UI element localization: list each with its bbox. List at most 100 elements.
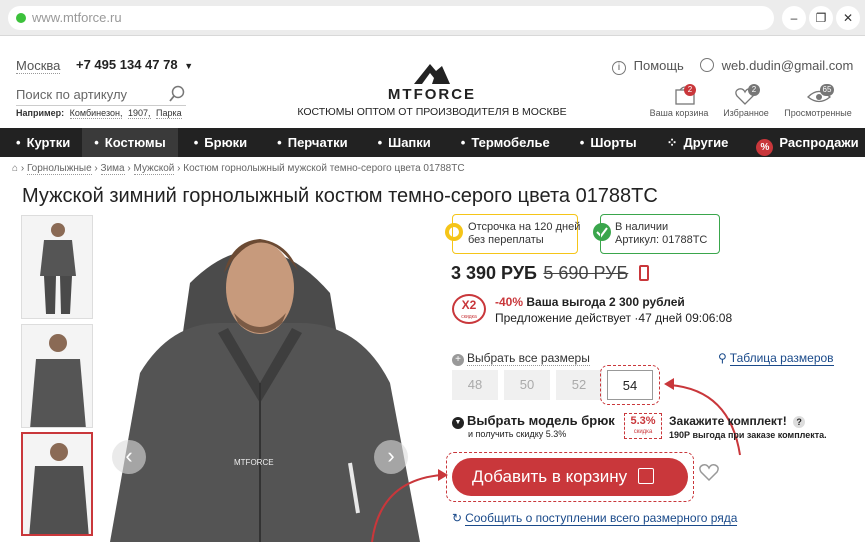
favorites-widget[interactable]: 2 Избранное bbox=[718, 84, 774, 124]
search-field[interactable]: Поиск по артикулу bbox=[16, 85, 186, 106]
example-link[interactable]: Комбинезон, bbox=[69, 108, 123, 119]
cart-label: Ваша корзина bbox=[649, 108, 709, 118]
examples-label: Например: bbox=[16, 108, 65, 118]
stock-line1: В наличии bbox=[615, 221, 669, 233]
product-thumbnail[interactable] bbox=[21, 324, 93, 428]
set-discount-value: 5.3% bbox=[630, 415, 656, 427]
breadcrumb: ⌂ › Горнолыжные › Зима › Мужской › Костю… bbox=[12, 163, 465, 175]
add-to-cart-button[interactable]: Добавить в корзину bbox=[452, 458, 688, 496]
nav-item-suits[interactable]: • Костюмы bbox=[82, 128, 178, 157]
city-selector[interactable]: Москва bbox=[16, 58, 61, 74]
cart-count: 2 bbox=[684, 84, 696, 96]
search-input[interactable]: Поиск по артикулу bbox=[16, 87, 127, 102]
tagline: КОСТЮМЫ ОПТОМ ОТ ПРОИЗВОДИТЕЛЯ В МОСКВЕ bbox=[297, 106, 567, 118]
help-icon[interactable]: ? bbox=[793, 416, 806, 428]
heart-icon bbox=[699, 464, 719, 482]
secure-dot-icon bbox=[16, 13, 26, 23]
x2-sub: скидка bbox=[461, 314, 477, 320]
breadcrumb-link[interactable]: Мужской bbox=[133, 163, 175, 175]
close-button[interactable]: ✕ bbox=[836, 6, 860, 30]
phone-text: +7 495 134 47 78 bbox=[76, 57, 178, 72]
order-set-subtitle: 190Р выгода при заказе комплекта. bbox=[669, 430, 827, 440]
chevron-down-icon: ▼ bbox=[184, 61, 194, 71]
example-link[interactable]: Парка bbox=[156, 108, 182, 119]
help-icon: i bbox=[612, 61, 626, 75]
user-email: web.dudin@gmail.com bbox=[721, 58, 854, 73]
current-price: 3 390 РУБ bbox=[451, 263, 537, 283]
thumbnail-image bbox=[29, 443, 89, 534]
breadcrumb-link[interactable]: Горнолыжные bbox=[26, 163, 92, 175]
nav-item-pants[interactable]: • Брюки bbox=[178, 128, 259, 157]
add-to-cart-label: Добавить в корзину bbox=[472, 467, 628, 486]
phone-icon[interactable] bbox=[638, 265, 649, 281]
url-text: www.mtforce.ru bbox=[32, 10, 122, 25]
favorites-label: Избранное bbox=[723, 108, 769, 118]
stock-line2: Артикул: 01788TC bbox=[615, 234, 708, 246]
discount-line: -40% Ваша выгода 2 300 рублей bbox=[495, 295, 685, 309]
cart-widget[interactable]: 2 Ваша корзина bbox=[646, 84, 712, 124]
select-all-sizes[interactable]: + Выбрать все размеры bbox=[452, 351, 590, 366]
page-title: Мужской зимний горнолыжный костюм темно-… bbox=[22, 185, 658, 207]
example-link[interactable]: 1907, bbox=[127, 108, 151, 119]
user-account-link[interactable]: web.dudin@gmail.com bbox=[700, 58, 853, 73]
annotation-arrow bbox=[371, 469, 448, 542]
breadcrumb-link[interactable]: Зима bbox=[100, 163, 125, 175]
thumbnail-image bbox=[30, 334, 86, 427]
arrow-left-icon[interactable]: ‹ bbox=[112, 440, 146, 474]
help-link[interactable]: i Помощь bbox=[612, 58, 684, 75]
home-icon[interactable]: ⌂ bbox=[12, 163, 18, 174]
set-discount-badge: 5.3% скидка bbox=[624, 413, 662, 439]
mountain-logo-icon bbox=[414, 64, 450, 84]
user-icon bbox=[700, 58, 714, 72]
offer-text: Предложение действует bbox=[495, 311, 632, 325]
breadcrumb-current: Костюм горнолыжный мужской темно-серого … bbox=[183, 163, 465, 174]
help-label: Помощь bbox=[633, 58, 684, 73]
size-option-50[interactable]: 50 bbox=[504, 370, 550, 400]
nav-item-hats[interactable]: • Шапки bbox=[360, 128, 443, 157]
nav-item-shorts[interactable]: • Шорты bbox=[562, 128, 649, 157]
old-price: 5 690 РУБ bbox=[543, 263, 629, 283]
site-logo[interactable]: MTFORCE bbox=[368, 58, 496, 104]
search-examples: Например: Комбинезон, 1907, Парка bbox=[16, 108, 182, 119]
offer-line: Предложение действует ·47 дней 09:06:08 bbox=[495, 311, 732, 325]
add-to-favorites-button[interactable] bbox=[698, 462, 720, 487]
x2-text: X2 bbox=[461, 298, 477, 312]
discount-percent: -40% bbox=[495, 295, 524, 309]
installment-line1: Отсрочка на 120 дней bbox=[468, 221, 581, 233]
viewed-label: Просмотренные bbox=[784, 108, 852, 118]
pants-model-selector[interactable]: ▼ Выбрать модель брюк bbox=[452, 413, 615, 429]
offer-timer: ·47 дней 09:06:08 bbox=[634, 311, 733, 325]
favorites-count: 2 bbox=[748, 84, 760, 96]
viewed-widget[interactable]: 65 Просмотренные bbox=[778, 84, 858, 124]
restore-button[interactable]: ❐ bbox=[809, 6, 833, 30]
size-option-54-selected[interactable]: 54 bbox=[607, 370, 653, 400]
product-thumbnail-selected[interactable] bbox=[21, 432, 93, 536]
nav-item-gloves[interactable]: • Перчатки bbox=[259, 128, 359, 157]
sale-icon: % bbox=[756, 139, 774, 156]
bag-icon bbox=[637, 468, 654, 484]
nav-item-sale[interactable]: % Распродажи bbox=[740, 128, 865, 157]
minimize-button[interactable]: – bbox=[782, 6, 806, 30]
stock-badge: В наличии Артикул: 01788TC bbox=[615, 221, 707, 247]
main-nav: • Куртки • Костюмы • Брюки • Перчатки • Шапки… bbox=[0, 128, 865, 157]
installment-badge: Отсрочка на 120 дней без переплаты bbox=[468, 221, 580, 247]
nav-item-thermal[interactable]: • Термобелье bbox=[443, 128, 562, 157]
product-thumbnail[interactable] bbox=[21, 215, 93, 319]
notify-link[interactable]: ↻ Сообщить о поступлении всего размерного… bbox=[452, 511, 738, 526]
size-option-52[interactable]: 52 bbox=[556, 370, 602, 400]
size-option-48[interactable]: 48 bbox=[452, 370, 498, 400]
browser-bar: www.mtforce.ru – ❐ ✕ bbox=[0, 0, 865, 36]
thumbnail-image bbox=[40, 223, 76, 314]
phone-number[interactable]: +7 495 134 47 78 ▼ bbox=[76, 57, 193, 72]
search-icon[interactable] bbox=[168, 85, 186, 103]
plus-circle-icon: + bbox=[452, 354, 464, 366]
nav-item-jackets[interactable]: • Куртки bbox=[0, 128, 82, 157]
installment-line2: без переплаты bbox=[468, 234, 544, 246]
address-bar[interactable]: www.mtforce.ru bbox=[8, 6, 774, 30]
nav-item-other[interactable]: ⁘ Другие bbox=[649, 128, 741, 157]
viewed-count: 65 bbox=[820, 84, 834, 96]
logo-text: MTFORCE bbox=[387, 86, 477, 103]
x2-badge: X2 скидка bbox=[452, 294, 486, 324]
pants-subtitle: и получить скидку 5.3% bbox=[468, 429, 567, 439]
size-table-link[interactable]: ⚲ Таблица размеров bbox=[718, 351, 834, 366]
